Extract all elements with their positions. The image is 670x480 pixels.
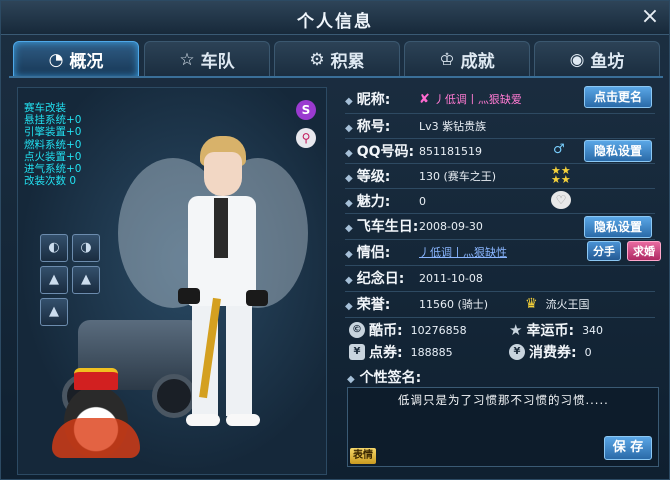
skill-slot-icon[interactable]: ▲ <box>40 266 68 294</box>
partner-link[interactable]: 丿低调丨灬狠缺性 <box>419 244 507 260</box>
stat-line: 引擎装置+0 <box>24 126 82 139</box>
stat-line: 点火装置+0 <box>24 150 82 163</box>
nickname-value: 丿低调丨灬狠缺爱 <box>433 93 522 106</box>
level-label: 等级: <box>356 169 391 185</box>
kingdom-value: 流火王国 <box>545 298 590 311</box>
partner-label: 情侣: <box>356 245 391 261</box>
privacy-settings-button-2[interactable]: 隐私设置 <box>584 216 652 238</box>
tab-overview[interactable]: ◔ 概况 <box>13 41 139 77</box>
emote-button[interactable]: 表情 <box>350 448 376 464</box>
points-label: 点券: <box>369 345 403 361</box>
trophy-icon: ♔ <box>439 49 455 70</box>
breakup-button[interactable]: 分手 <box>587 241 621 261</box>
tab-label: 车队 <box>200 52 235 72</box>
title-row: ◆ 称号: Lv3 紫钻贵族 <box>345 119 487 135</box>
rename-button[interactable]: 点击更名 <box>584 86 652 108</box>
stat-line: 进气系统+0 <box>24 163 82 176</box>
privacy-settings-button[interactable]: 隐私设置 <box>584 140 652 162</box>
lucky-value: 340 <box>582 323 604 337</box>
honor-label: 荣誉: <box>356 297 391 313</box>
character-panel: 赛车改装 悬挂系统+0 引擎装置+0 燃料系统+0 点火装置+0 进气系统+0 … <box>17 87 327 475</box>
star-icon: ★ <box>509 321 523 339</box>
partner-row: ◆ 情侣: 丿低调丨灬狠缺性 <box>345 244 507 261</box>
tab-bar: ◔ 概况 ☆ 车队 ⚙ 积累 ♔ 成就 ◉ 鱼坊 <box>9 41 663 79</box>
consume-value: 0 <box>584 345 592 359</box>
charm-row: ◆ 魅力: 0 <box>345 194 426 210</box>
overview-icon: ◔ <box>48 49 64 70</box>
stat-line: 燃料系统+0 <box>24 138 82 151</box>
tab-fishery[interactable]: ◉ 鱼坊 <box>534 41 660 77</box>
tab-label: 概况 <box>69 52 104 72</box>
lock-icon[interactable]: ⚲ <box>296 128 316 148</box>
tab-team[interactable]: ☆ 车队 <box>144 41 270 77</box>
cool-value: 10276858 <box>410 323 467 337</box>
star-icon: ☆ <box>179 49 195 70</box>
window-title: 个人信息 <box>297 12 373 32</box>
yen-icon: ¥ <box>509 344 525 360</box>
title-label: 称号: <box>356 119 391 135</box>
heart-icon: ✘ <box>419 91 430 107</box>
gender-male-icon: ♂ <box>553 142 565 157</box>
birthday-value: 2008-09-30 <box>419 219 483 233</box>
signature-box[interactable]: 低调只是为了习惯那不习惯的习惯..... 表情 保 存 <box>347 387 659 467</box>
honor-row: ◆ 荣誉: 11560 (骑士) ♛ 流火王国 <box>345 296 590 313</box>
tab-label: 成就 <box>460 52 495 72</box>
anniversary-value: 2011-10-08 <box>419 271 483 285</box>
tab-achievement[interactable]: ♔ 成就 <box>404 41 530 77</box>
cool-coin-row: © 酷币: 10276858 <box>349 320 467 340</box>
charm-heart-icon: ♡ <box>551 191 571 209</box>
signature-text[interactable]: 低调只是为了习惯那不习惯的习惯..... <box>398 392 609 408</box>
lucky-label: 幸运币: <box>526 323 575 339</box>
charm-label: 魅力: <box>356 194 391 210</box>
qq-label: QQ号码: <box>356 144 415 160</box>
lucky-coin-row: ★ 幸运币: 340 <box>509 320 603 340</box>
qq-row: ◆ QQ号码: 851181519 <box>345 144 482 160</box>
level-value: 130 (赛车之王) <box>419 170 497 183</box>
signature-label-text: 个性签名: <box>359 370 422 386</box>
cool-label: 酷币: <box>369 323 403 339</box>
tab-label: 鱼坊 <box>590 52 625 72</box>
save-button[interactable]: 保 存 <box>604 436 652 460</box>
tab-accumulate[interactable]: ⚙ 积累 <box>274 41 400 77</box>
profile-window: 个人信息 × ◔ 概况 ☆ 车队 ⚙ 积累 ♔ 成就 ◉ 鱼坊 赛车改装 悬挂系… <box>0 0 670 480</box>
consume-row: ¥ 消费券: 0 <box>509 342 592 362</box>
s-badge-icon[interactable]: S <box>296 100 316 120</box>
charm-value: 0 <box>419 194 426 208</box>
honor-value: 11560 (骑士) <box>419 298 489 311</box>
title-bar: 个人信息 × <box>1 1 669 35</box>
signature-label: ◆ 个性签名: <box>347 370 422 386</box>
mod-stats: 赛车改装 悬挂系统+0 引擎装置+0 燃料系统+0 点火装置+0 进气系统+0 … <box>24 102 81 187</box>
anniversary-label: 纪念日: <box>356 271 405 287</box>
stat-line: 改装次数 0 <box>24 175 77 188</box>
propose-button[interactable]: 求婚 <box>627 241 661 261</box>
stat-line: 赛车改装 <box>24 102 66 114</box>
nickname-row: ◆ 昵称: ✘ 丿低调丨灬狠缺爱 <box>345 91 522 109</box>
consume-label: 消费券: <box>529 345 577 361</box>
title-value: Lv3 紫钻贵族 <box>419 120 487 133</box>
tab-label: 积累 <box>330 52 365 72</box>
skill-slot-icon[interactable]: ◐ <box>40 234 68 262</box>
points-value: 188885 <box>410 345 453 359</box>
ticket-icon: ¥ <box>349 344 365 360</box>
level-row: ◆ 等级: 130 (赛车之王) <box>345 169 497 185</box>
birthday-row: ◆ 飞车生日: 2008-09-30 <box>345 219 483 235</box>
anniversary-row: ◆ 纪念日: 2011-10-08 <box>345 271 483 287</box>
close-icon[interactable]: × <box>637 4 663 30</box>
points-row: ¥ 点券: 188885 <box>349 342 453 362</box>
qq-value: 851181519 <box>419 144 482 158</box>
stat-line: 悬挂系统+0 <box>24 114 82 127</box>
skill-slot-icon[interactable]: ▲ <box>72 266 100 294</box>
birthday-label: 飞车生日: <box>356 219 419 235</box>
skill-slot-icon[interactable]: ▲ <box>40 298 68 326</box>
nickname-label: 昵称: <box>356 92 391 108</box>
knight-badge-icon: ♛ <box>525 296 538 312</box>
skill-slot-icon[interactable]: ◑ <box>72 234 100 262</box>
tab-divider <box>9 76 663 78</box>
coin-icon: © <box>349 322 365 338</box>
fish-icon: ◉ <box>569 49 585 70</box>
gear-icon: ⚙ <box>309 49 325 70</box>
level-stars-icon: ★★ ★★ <box>551 164 571 186</box>
